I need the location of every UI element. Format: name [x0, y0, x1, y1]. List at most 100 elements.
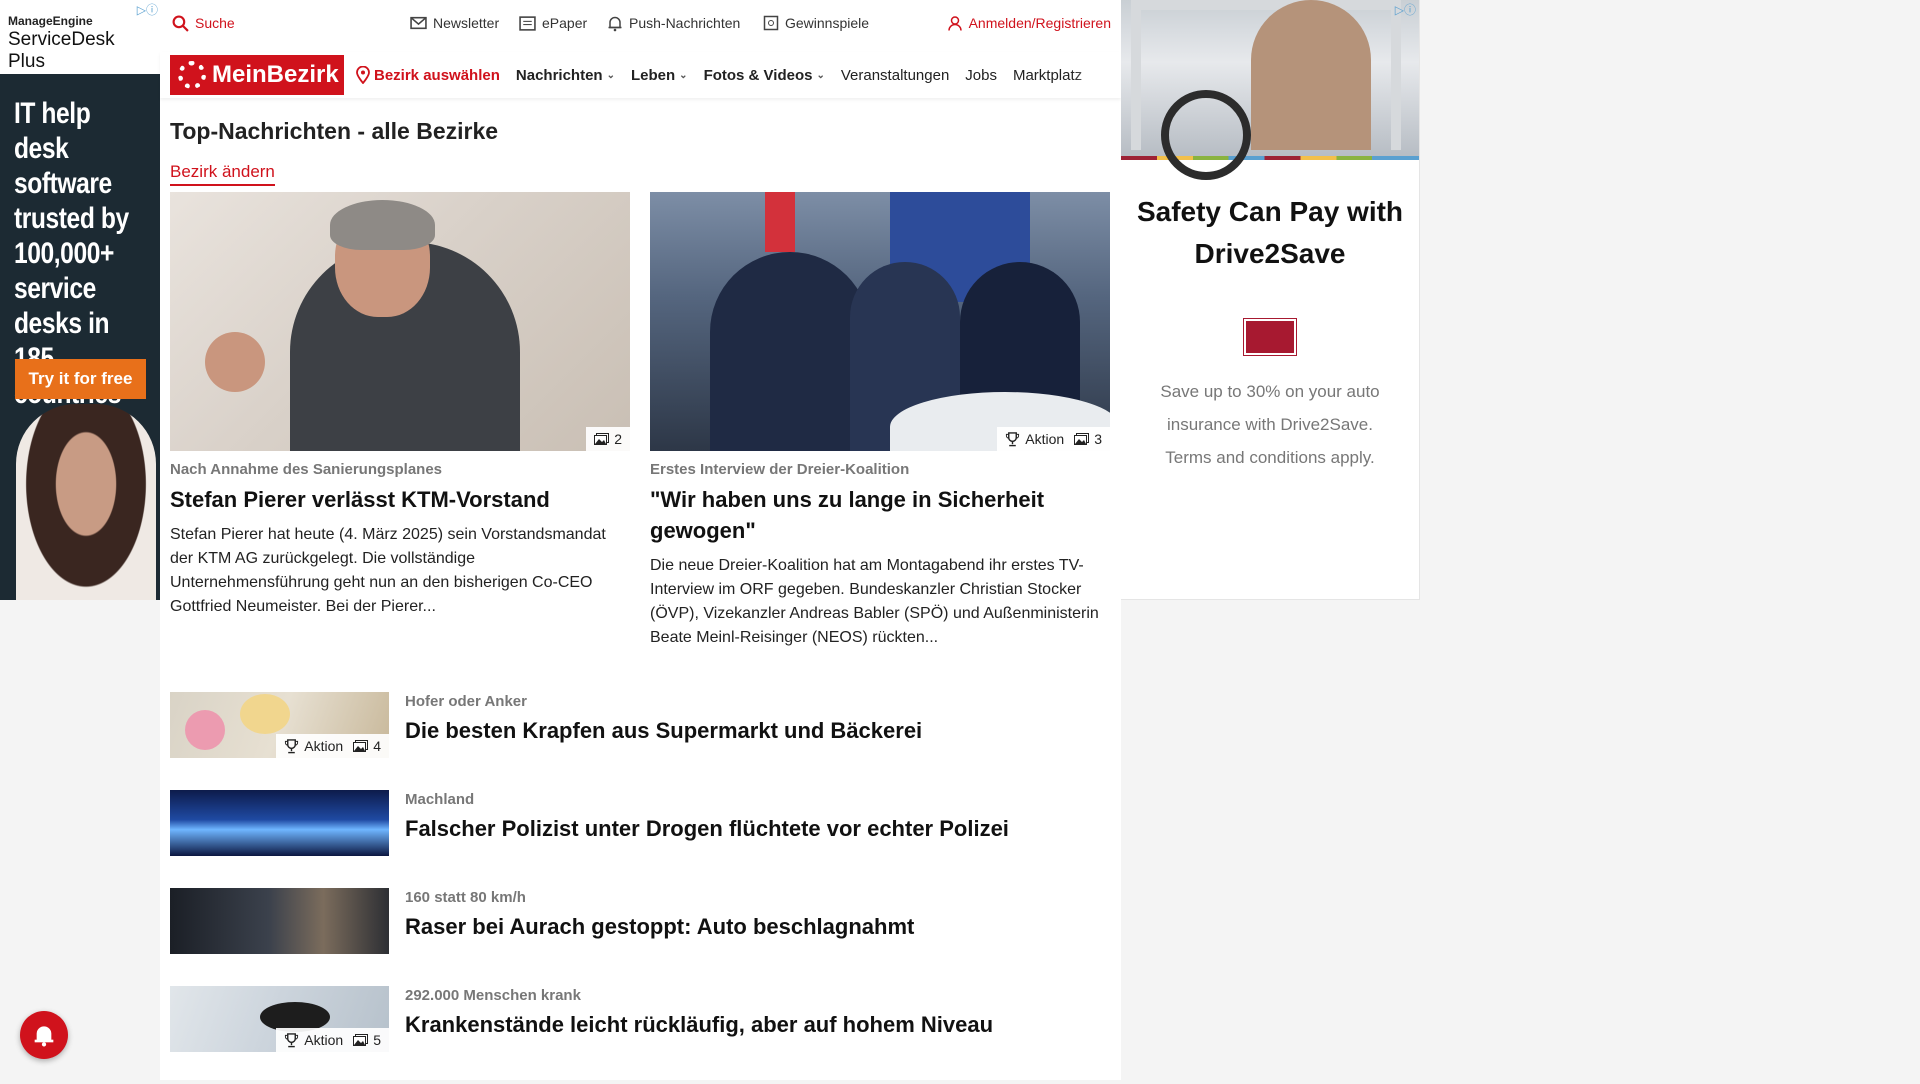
- notification-bell-button[interactable]: [20, 1011, 68, 1059]
- gift-icon: [763, 15, 779, 31]
- list-item[interactable]: 160 statt 80 km/h Raser bei Aurach gesto…: [170, 888, 1110, 986]
- adchoices-icon[interactable]: ▷ⓘ: [1395, 1, 1416, 18]
- logo-icon: [178, 61, 206, 89]
- logo-text: MeinBezirk: [212, 61, 339, 88]
- newsletter-label: Newsletter: [433, 15, 500, 31]
- left-advertisement[interactable]: ManageEngine ServiceDesk Plus ▷ⓘ IT help…: [0, 0, 160, 600]
- nav-item-life[interactable]: Leben ⌄: [631, 67, 688, 84]
- action-badge: Aktion: [1005, 431, 1064, 447]
- newspaper-icon: [519, 15, 536, 31]
- nav-item-photos-videos[interactable]: Fotos & Videos ⌄: [704, 67, 825, 84]
- trophy-icon: [285, 1032, 299, 1047]
- nav-item-events[interactable]: Veranstaltungen: [841, 67, 949, 84]
- nav-item-news[interactable]: Nachrichten ⌄: [516, 67, 615, 84]
- main-navigation: MeinBezirk Bezirk auswählen Nachrichten …: [160, 52, 1121, 98]
- photo-count: 4: [373, 738, 381, 754]
- utility-bar: Suche Newsletter ePaper Push-Nachrichten…: [160, 0, 1121, 46]
- action-label: Aktion: [1025, 431, 1065, 447]
- main-page: Suche Newsletter ePaper Push-Nachrichten…: [160, 0, 1121, 1080]
- action-label: Aktion: [304, 738, 344, 754]
- image-badges: Aktion 5: [276, 1028, 389, 1052]
- search-label: Suche: [195, 15, 235, 31]
- photo-count-badge: 4: [353, 738, 381, 754]
- trophy-icon: [285, 738, 299, 753]
- image-badges: Aktion 3: [997, 427, 1110, 451]
- article-kicker: Nach Annahme des Sanierungsplanes: [170, 461, 443, 478]
- gallery-icon: [594, 433, 610, 445]
- photo-count-badge: 5: [353, 1032, 381, 1048]
- list-item[interactable]: Machland Falscher Polizist unter Drogen …: [170, 790, 1110, 888]
- list-item-text: Hofer oder Anker Die besten Krapfen aus …: [405, 692, 922, 744]
- article-title[interactable]: "Wir haben uns zu lange in Sicherheit ge…: [650, 484, 1110, 546]
- featured-article[interactable]: 2 Nach Annahme des Sanierungsplanes Stef…: [170, 192, 630, 619]
- article-title[interactable]: Stefan Pierer verlässt KTM-Vorstand: [170, 484, 630, 515]
- newsletter-link[interactable]: Newsletter: [410, 15, 499, 31]
- photo-count-badge: 2: [594, 431, 622, 447]
- ad-body-text: Save up to 30% on your auto insurance wi…: [1160, 382, 1380, 467]
- featured-article[interactable]: Aktion 3 Erstes Interview der Dreier-Koa…: [650, 192, 1110, 650]
- nav-item-label: Leben: [630, 66, 676, 84]
- chevron-down-icon: ⌄: [816, 69, 825, 81]
- site-logo[interactable]: MeinBezirk: [170, 55, 344, 95]
- epaper-link[interactable]: ePaper: [519, 15, 587, 31]
- contests-link[interactable]: Gewinnspiele: [763, 15, 869, 31]
- article-thumbnail[interactable]: [170, 790, 389, 856]
- article-teaser: Stefan Pierer hat heute (4. März 2025) s…: [170, 526, 606, 615]
- nav-item-label: Nachrichten: [515, 66, 603, 84]
- action-label: Aktion: [304, 1032, 344, 1048]
- nav-region-label: Bezirk auswählen: [374, 66, 500, 84]
- search-link[interactable]: Suche: [172, 15, 235, 32]
- chevron-down-icon: ⌄: [679, 69, 688, 81]
- ad-cta-button[interactable]: Try it for free: [15, 359, 146, 399]
- list-item[interactable]: Aktion 4 Hofer oder Anker Die besten Kra…: [170, 692, 1110, 790]
- adchoices-icon[interactable]: ▷ⓘ: [137, 1, 158, 18]
- article-title[interactable]: Raser bei Aurach gestoppt: Auto beschlag…: [405, 914, 914, 940]
- right-advertisement[interactable]: ▷ⓘ Safety Can Pay with Drive2Save Save u…: [1121, 0, 1420, 600]
- chevron-down-icon: ⌄: [606, 69, 615, 81]
- change-region-link[interactable]: Bezirk ändern: [170, 162, 275, 186]
- photo-count-badge: 3: [1074, 431, 1102, 447]
- section-title: Top-Nachrichten - alle Bezirke: [170, 118, 499, 144]
- ad-brand-small: ManageEngine: [8, 14, 93, 28]
- ad-brand-big: ServiceDesk Plus: [8, 29, 115, 72]
- article-teaser: Die neue Dreier-Koalition hat am Montaga…: [650, 557, 1099, 646]
- user-icon: [947, 15, 962, 31]
- ad-person-image: [16, 404, 156, 600]
- photo-count: 3: [1094, 431, 1102, 447]
- nav-region-select[interactable]: Bezirk auswählen: [356, 66, 500, 84]
- push-notifications-link[interactable]: Push-Nachrichten: [607, 15, 740, 32]
- article-kicker: Hofer oder Anker: [405, 693, 527, 710]
- login-label: Anmelden/Registrieren: [968, 15, 1111, 31]
- ad-brand: ManageEngine ServiceDesk Plus ▷ⓘ: [0, 0, 160, 74]
- nav-item-jobs[interactable]: Jobs: [965, 67, 997, 84]
- gallery-icon: [1074, 433, 1090, 445]
- contests-label: Gewinnspiele: [785, 15, 870, 31]
- article-image[interactable]: Aktion 3: [650, 192, 1110, 451]
- list-item[interactable]: Aktion 5 292.000 Menschen krank Krankens…: [170, 986, 1110, 1084]
- article-title[interactable]: Krankenstände leicht rückläufig, aber au…: [405, 1012, 993, 1038]
- ad-photo: [1121, 0, 1419, 180]
- article-title[interactable]: Falscher Polizist unter Drogen flüchtete…: [405, 816, 1009, 842]
- bell-icon: [34, 1026, 54, 1047]
- nav-item-label: Fotos & Videos: [703, 66, 813, 84]
- login-link[interactable]: Anmelden/Registrieren: [947, 15, 1111, 32]
- action-badge: Aktion: [284, 1032, 343, 1048]
- article-title[interactable]: Die besten Krapfen aus Supermarkt und Bä…: [405, 718, 922, 744]
- gallery-icon: [353, 1034, 369, 1046]
- list-item-text: Machland Falscher Polizist unter Drogen …: [405, 790, 1009, 842]
- photo-count: 2: [614, 431, 622, 447]
- list-item-text: 292.000 Menschen krank Krankenstände lei…: [405, 986, 993, 1038]
- ad-body: IT help desk software trusted by 100,000…: [0, 74, 160, 600]
- article-kicker: 292.000 Menschen krank: [405, 987, 581, 1004]
- article-image[interactable]: 2: [170, 192, 630, 451]
- search-icon: [172, 15, 189, 32]
- article-kicker: Machland: [405, 791, 475, 808]
- article-thumbnail[interactable]: [170, 888, 389, 954]
- mail-icon: [410, 16, 427, 30]
- article-thumbnail[interactable]: Aktion 5: [170, 986, 389, 1052]
- nav-fade-overlay: [1071, 52, 1121, 98]
- article-thumbnail[interactable]: Aktion 4: [170, 692, 389, 758]
- farm-bureau-logo: [1243, 318, 1297, 356]
- nav-item-label: Jobs: [965, 66, 997, 84]
- article-kicker: Erstes Interview der Dreier-Koalition: [650, 461, 910, 478]
